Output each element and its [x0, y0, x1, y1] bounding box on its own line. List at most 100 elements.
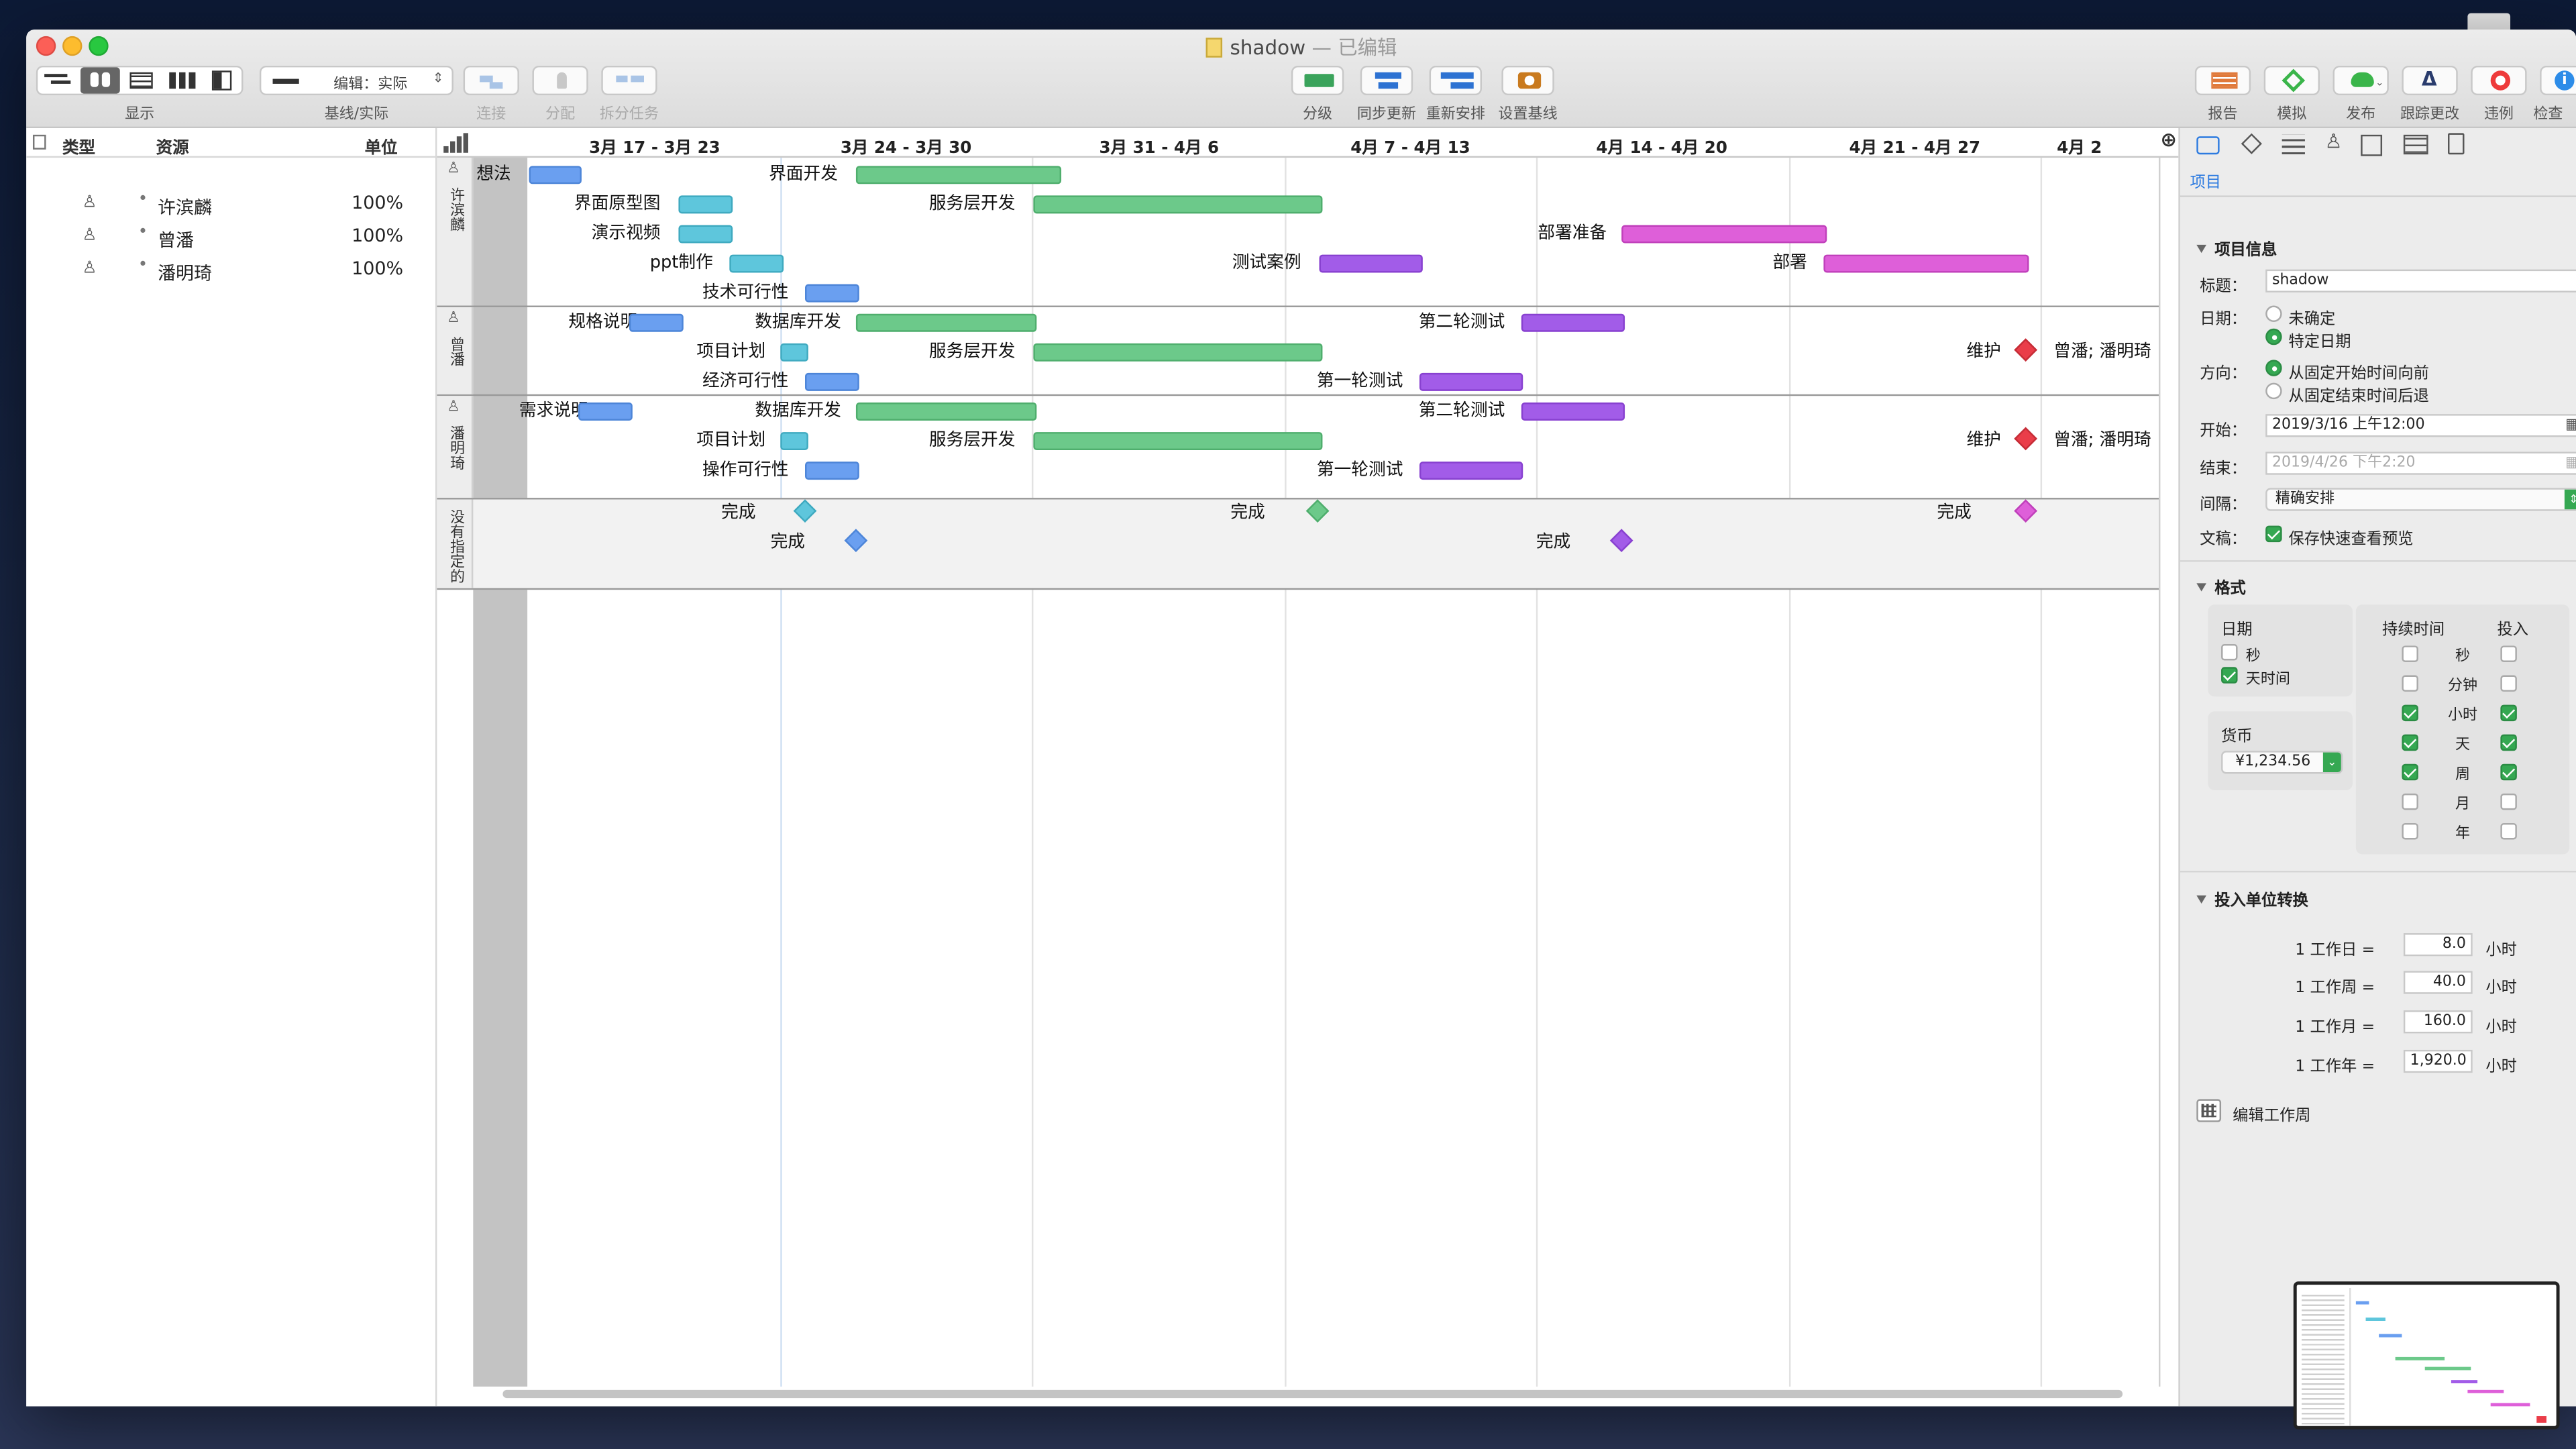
task-bar[interactable] — [629, 313, 684, 332]
milestone-tab-icon[interactable] — [2241, 133, 2262, 154]
seconds-checkbox[interactable] — [2221, 644, 2238, 661]
task-bar[interactable] — [805, 462, 859, 480]
track-changes-button[interactable]: Δ — [2402, 65, 2458, 96]
task-bar[interactable] — [1521, 313, 1625, 332]
daytime-checkbox[interactable] — [2221, 667, 2238, 684]
table-tab-icon[interactable] — [2403, 134, 2428, 155]
duration-checkbox[interactable] — [2402, 675, 2418, 692]
task-bar[interactable] — [529, 166, 582, 184]
set-baseline-button[interactable] — [1501, 65, 1554, 96]
resource-name[interactable]: 许滨麟 — [158, 194, 212, 220]
task-bar[interactable] — [1621, 225, 1827, 244]
task-tab-icon[interactable] — [2282, 134, 2305, 155]
effort-checkbox[interactable] — [2500, 822, 2517, 840]
task-bar[interactable] — [1319, 254, 1423, 273]
task-bar[interactable] — [855, 166, 1062, 184]
style-view-icon[interactable] — [211, 70, 232, 91]
task-bar[interactable] — [729, 254, 784, 273]
conversion-field[interactable]: 8.0 — [2403, 933, 2473, 957]
briefcase-icon[interactable] — [2196, 136, 2220, 155]
task-bar[interactable] — [678, 225, 733, 244]
edit-work-week-label[interactable]: 编辑工作周 — [2233, 1102, 2310, 1126]
duration-checkbox[interactable] — [2402, 822, 2418, 840]
task-bar[interactable] — [780, 343, 808, 362]
resource-name[interactable]: 曾潘 — [158, 227, 194, 253]
backward-radio[interactable] — [2265, 382, 2282, 400]
task-bar[interactable] — [855, 402, 1037, 421]
gantt-view-icon[interactable] — [44, 72, 74, 89]
conversion-field[interactable]: 1,920.0 — [2403, 1049, 2473, 1073]
col-resource[interactable]: 资源 — [156, 133, 189, 158]
resource-tab-icon[interactable]: ♙ — [2324, 129, 2342, 152]
task-bar[interactable] — [578, 402, 633, 421]
forward-radio[interactable] — [2265, 360, 2282, 376]
task-bar[interactable] — [678, 195, 733, 214]
task-bar[interactable] — [1419, 462, 1523, 480]
resource-name[interactable]: 潘明琦 — [158, 260, 212, 286]
project-info-section[interactable]: 项目信息 — [2196, 237, 2277, 260]
task-bar[interactable] — [805, 284, 859, 303]
col-type[interactable]: 类型 — [62, 133, 95, 158]
task-bar[interactable] — [1521, 402, 1625, 421]
resource-row[interactable]: ♙ • 潘明琦 100% — [26, 256, 437, 289]
connect-button[interactable] — [463, 65, 519, 96]
outline-toggle-icon[interactable] — [32, 134, 46, 150]
date-undetermined-radio[interactable] — [2265, 305, 2282, 323]
task-bar[interactable] — [1033, 195, 1323, 214]
publish-button[interactable]: ⌄ — [2332, 65, 2389, 96]
assign-button[interactable] — [532, 65, 588, 96]
col-unit[interactable]: 单位 — [365, 133, 398, 158]
baseline-select[interactable]: 编辑：实际 ⇕ — [259, 65, 453, 96]
task-bar[interactable] — [780, 432, 808, 451]
effort-checkbox[interactable] — [2500, 763, 2517, 781]
duration-checkbox[interactable] — [2402, 704, 2418, 722]
task-bar[interactable] — [1823, 254, 2029, 273]
style-tab-icon[interactable] — [2361, 134, 2383, 156]
inspect-button[interactable]: i — [2540, 65, 2576, 96]
document-tab-icon[interactable] — [2448, 133, 2465, 155]
resource-view-icon[interactable] — [80, 67, 120, 94]
effort-checkbox[interactable] — [2500, 793, 2517, 810]
resource-row[interactable]: ♙ • 曾潘 100% — [26, 223, 437, 256]
report-button[interactable] — [2194, 65, 2251, 96]
task-bar[interactable] — [1033, 343, 1323, 362]
start-date-field[interactable]: 2019/3/16 上午12:00 ▦ — [2265, 414, 2576, 437]
resource-unit[interactable]: 100% — [352, 225, 403, 247]
effort-checkbox[interactable] — [2500, 704, 2517, 722]
split-task-button[interactable] — [601, 65, 657, 96]
task-bar[interactable] — [805, 372, 859, 391]
title-field[interactable]: shadow — [2265, 269, 2576, 292]
task-bar[interactable] — [855, 313, 1037, 332]
date-specific-radio[interactable] — [2265, 328, 2282, 345]
table-view-icon[interactable] — [129, 72, 153, 89]
effort-checkbox[interactable] — [2500, 675, 2517, 692]
display-segmented-control[interactable] — [36, 65, 244, 96]
end-date-field[interactable]: 2019/4/26 下午2:20 ▦ — [2265, 451, 2576, 475]
task-bar[interactable] — [1419, 372, 1523, 391]
sync-button[interactable] — [1360, 65, 1413, 96]
duration-checkbox[interactable] — [2402, 734, 2418, 751]
calendar-icon[interactable]: ▦ — [2565, 416, 2576, 437]
window-thumbnail[interactable] — [2293, 1281, 2560, 1430]
level-bars-icon[interactable] — [443, 133, 470, 153]
conversion-field[interactable]: 40.0 — [2403, 971, 2473, 994]
violations-button[interactable] — [2471, 65, 2527, 96]
resource-unit[interactable]: 100% — [352, 193, 403, 214]
horizontal-scrollbar[interactable] — [502, 1389, 2123, 1399]
calendar-icon[interactable]: ▦ — [2565, 453, 2576, 475]
duration-checkbox[interactable] — [2402, 763, 2418, 781]
duration-checkbox[interactable] — [2402, 793, 2418, 810]
duration-checkbox[interactable] — [2402, 645, 2418, 662]
effort-conversion-section[interactable]: 投入单位转换 — [2196, 887, 2308, 910]
level-button[interactable] — [1291, 65, 1344, 96]
granularity-select[interactable]: 精确安排 ⇕ — [2265, 488, 2576, 511]
resource-unit[interactable]: 100% — [352, 258, 403, 279]
currency-select[interactable]: ¥1,234.56 ⌄ — [2221, 751, 2343, 774]
edit-work-week-button[interactable] — [2196, 1099, 2222, 1122]
effort-checkbox[interactable] — [2500, 734, 2517, 751]
effort-checkbox[interactable] — [2500, 645, 2517, 662]
save-preview-checkbox[interactable] — [2265, 525, 2282, 543]
task-bar[interactable] — [1033, 432, 1323, 451]
resource-row[interactable]: ♙ • 许滨麟 100% — [26, 191, 437, 223]
reschedule-button[interactable] — [1429, 65, 1482, 96]
